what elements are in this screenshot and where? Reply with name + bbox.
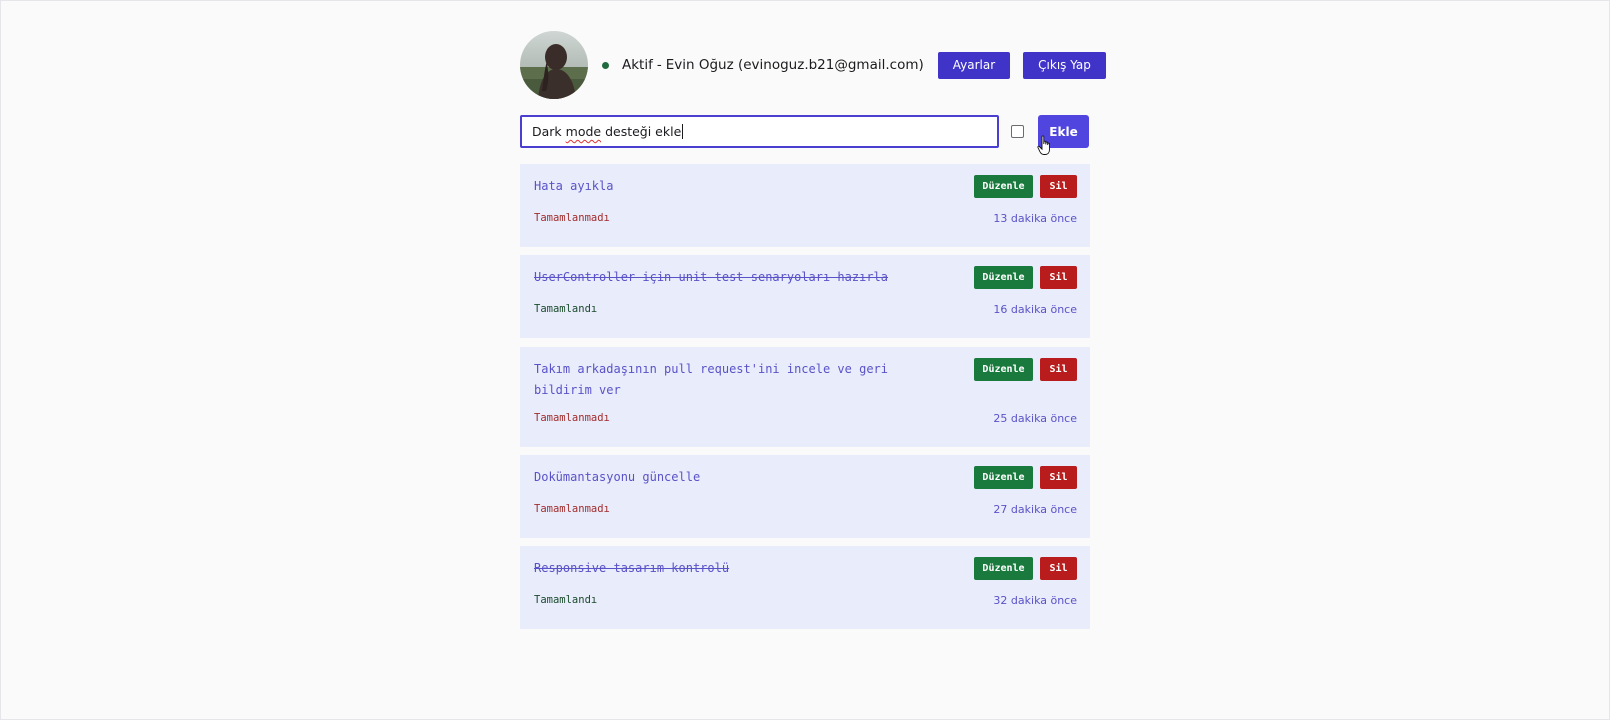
- task-input-text-suffix: desteği ekle: [601, 124, 682, 139]
- status-separator: -: [656, 57, 662, 73]
- task-time: 25 dakika önce: [993, 412, 1077, 425]
- task-item: Takım arkadaşının pull request'ini incel…: [520, 347, 1090, 447]
- task-status: Tamamlandı: [534, 594, 598, 606]
- online-status-dot: [602, 61, 609, 69]
- delete-task-button[interactable]: Sil: [1040, 266, 1077, 289]
- task-title: UserController için unit test senaryolar…: [534, 270, 889, 284]
- task-time: 32 dakika önce: [993, 594, 1077, 607]
- edit-task-button[interactable]: Düzenle: [974, 266, 1033, 289]
- task-input[interactable]: Dark mode desteği ekle: [520, 115, 999, 148]
- user-info: Aktif - Evin Oğuz (evinoguz.b21@gmail.co…: [622, 57, 924, 73]
- task-item: Hata ayıkla Düzenle Sil Tamamlanmadı 13 …: [520, 164, 1090, 247]
- task-actions: Düzenle Sil: [974, 266, 1077, 289]
- completed-checkbox[interactable]: [1011, 125, 1024, 138]
- text-caret: [682, 124, 684, 139]
- task-time: 27 dakika önce: [993, 503, 1077, 516]
- task-status: Tamamlanmadı: [534, 412, 610, 424]
- add-task-form: Dark mode desteği ekle Ekle: [520, 115, 1090, 155]
- task-status: Tamamlanmadı: [534, 212, 610, 224]
- task-title: Responsive tasarım kontrolü: [534, 561, 730, 575]
- task-actions: Düzenle Sil: [974, 175, 1077, 198]
- edit-task-button[interactable]: Düzenle: [974, 466, 1033, 489]
- task-time: 13 dakika önce: [993, 212, 1077, 225]
- task-item: Dokümantasyonu güncelle Düzenle Sil Tama…: [520, 455, 1090, 538]
- avatar: [520, 31, 588, 99]
- task-actions: Düzenle Sil: [974, 557, 1077, 580]
- user-header: Aktif - Evin Oğuz (evinoguz.b21@gmail.co…: [520, 31, 1106, 99]
- delete-task-button[interactable]: Sil: [1040, 557, 1077, 580]
- task-status: Tamamlandı: [534, 303, 598, 315]
- user-name-email: Evin Oğuz (evinoguz.b21@gmail.com): [665, 57, 924, 73]
- task-actions: Düzenle Sil: [974, 466, 1077, 489]
- task-title: Hata ayıkla: [534, 179, 614, 193]
- task-actions: Düzenle Sil: [974, 358, 1077, 381]
- task-status: Tamamlanmadı: [534, 503, 610, 515]
- task-item: UserController için unit test senaryolar…: [520, 255, 1090, 338]
- task-title: Takım arkadaşının pull request'ini incel…: [534, 362, 889, 397]
- delete-task-button[interactable]: Sil: [1040, 358, 1077, 381]
- task-input-text-misspelled: mode: [565, 124, 602, 139]
- edit-task-button[interactable]: Düzenle: [974, 175, 1033, 198]
- edit-task-button[interactable]: Düzenle: [974, 358, 1033, 381]
- task-time: 16 dakika önce: [993, 303, 1077, 316]
- hand-pointer-icon: [1037, 135, 1050, 155]
- delete-task-button[interactable]: Sil: [1040, 466, 1077, 489]
- settings-button[interactable]: Ayarlar: [937, 51, 1011, 79]
- logout-button[interactable]: Çıkış Yap: [1023, 51, 1106, 79]
- task-title: Dokümantasyonu güncelle: [534, 470, 701, 484]
- edit-task-button[interactable]: Düzenle: [974, 557, 1033, 580]
- task-input-text-prefix: Dark: [532, 124, 566, 139]
- status-text: Aktif: [622, 57, 653, 73]
- delete-task-button[interactable]: Sil: [1040, 175, 1077, 198]
- task-item: Responsive tasarım kontrolü Düzenle Sil …: [520, 546, 1090, 629]
